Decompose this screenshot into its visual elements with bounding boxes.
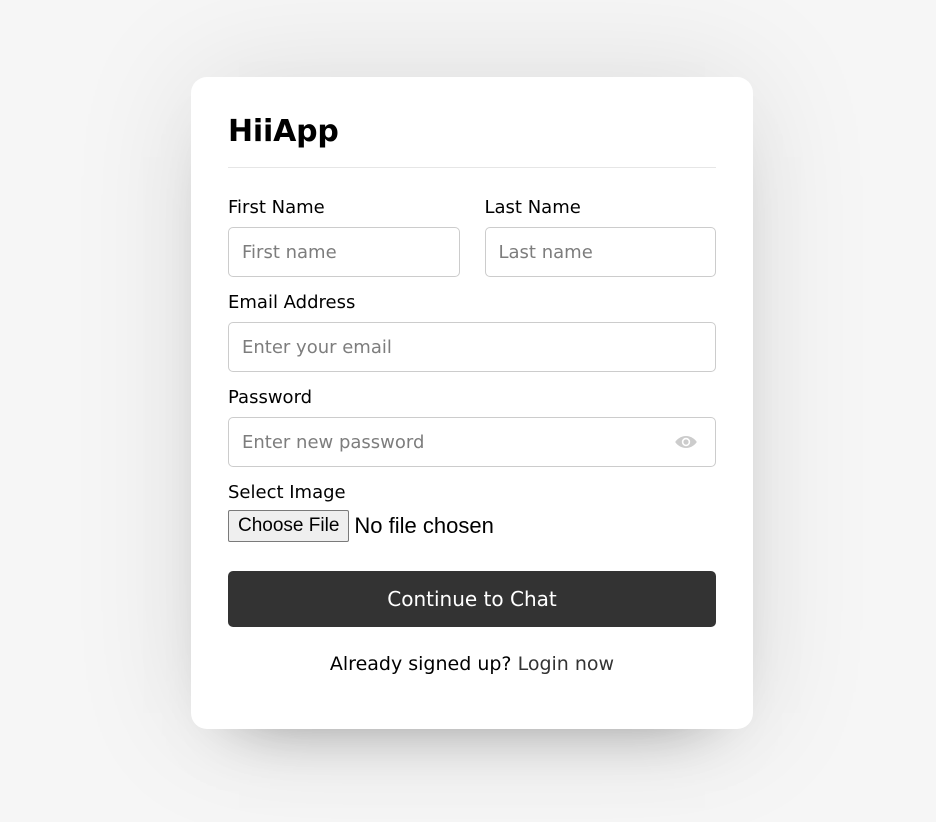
email-label: Email Address xyxy=(228,292,356,313)
first-name-field: First Name xyxy=(228,197,460,277)
email-input[interactable] xyxy=(228,322,716,372)
image-label: Select Image xyxy=(228,482,346,503)
login-now-link[interactable]: Login now xyxy=(518,653,615,675)
name-row: First Name Last Name xyxy=(228,197,716,277)
last-name-label: Last Name xyxy=(484,197,581,218)
first-name-label: First Name xyxy=(228,197,325,218)
eye-icon[interactable] xyxy=(674,432,698,452)
password-field: Password xyxy=(228,387,716,467)
signup-form: First Name Last Name Email Address Passw… xyxy=(228,197,716,627)
login-prompt-text: Already signed up? xyxy=(329,653,518,675)
email-field: Email Address xyxy=(228,292,716,372)
password-wrapper xyxy=(228,417,716,467)
choose-file-button[interactable]: Choose File xyxy=(228,510,350,542)
signup-card: HiiApp First Name Last Name Email Addres… xyxy=(191,77,753,729)
login-prompt: Already signed up? Login now xyxy=(228,653,716,675)
password-label: Password xyxy=(228,387,313,408)
image-field: Select Image Choose File No file chosen xyxy=(228,482,716,542)
file-picker: Choose File No file chosen xyxy=(228,510,716,542)
last-name-field: Last Name xyxy=(484,197,716,277)
continue-to-chat-button[interactable]: Continue to Chat xyxy=(228,571,716,627)
first-name-input[interactable] xyxy=(228,227,460,277)
last-name-input[interactable] xyxy=(484,227,716,277)
file-status-text: No file chosen xyxy=(354,513,494,538)
password-input[interactable] xyxy=(228,417,716,467)
card-header: HiiApp xyxy=(228,77,716,168)
app-title: HiiApp xyxy=(228,114,339,149)
